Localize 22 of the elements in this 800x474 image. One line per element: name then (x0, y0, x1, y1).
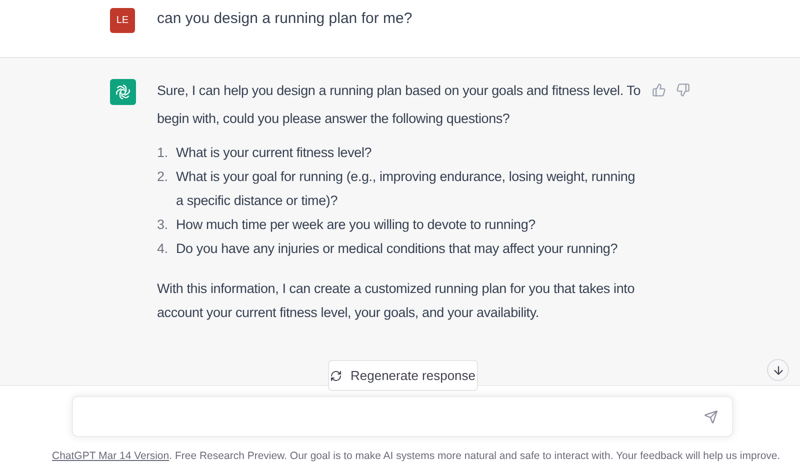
version-link[interactable]: ChatGPT Mar 14 Version (52, 450, 170, 462)
question-text: How much time per week are you willing to devote to running? (176, 216, 536, 234)
list-number: 4. (157, 240, 169, 258)
response-intro: Sure, I can help you design a running plan based on your goals and fitness level. To begin with, could you please answer the following questions? (157, 82, 642, 128)
list-number: 1. (157, 144, 169, 162)
question-text: What is your current fitness level? (176, 144, 372, 162)
message-input[interactable] (72, 396, 733, 437)
arrow-down-icon (772, 364, 784, 376)
assistant-logo-icon (110, 79, 136, 105)
footer-text: ChatGPT Mar 14 Version. Free Research Preview. Our goal is to make AI systems more natural and safe to interact with. Your feedback will help us improve. (52, 449, 782, 464)
question-text: What is your goal for running (e.g., improving endurance, losing weight, running a specific distance or time)? (176, 168, 636, 210)
question-text: Do you have any injuries or medical conditions that may affect your running? (176, 240, 618, 258)
regenerate-button[interactable]: Regenerate response (328, 360, 478, 391)
list-number: 2. (157, 168, 169, 186)
send-icon[interactable] (704, 410, 718, 424)
refresh-icon (330, 370, 342, 382)
list-number: 3. (157, 216, 169, 234)
thumbs-up-icon[interactable] (652, 83, 666, 97)
user-message: can you design a running plan for me? (157, 9, 412, 29)
response-closing: With this information, I can create a customized running plan for you that takes into account your current fitness level, your goals, and your availability. (157, 280, 636, 322)
user-avatar: LE (110, 8, 135, 33)
thumbs-down-icon[interactable] (676, 83, 690, 97)
